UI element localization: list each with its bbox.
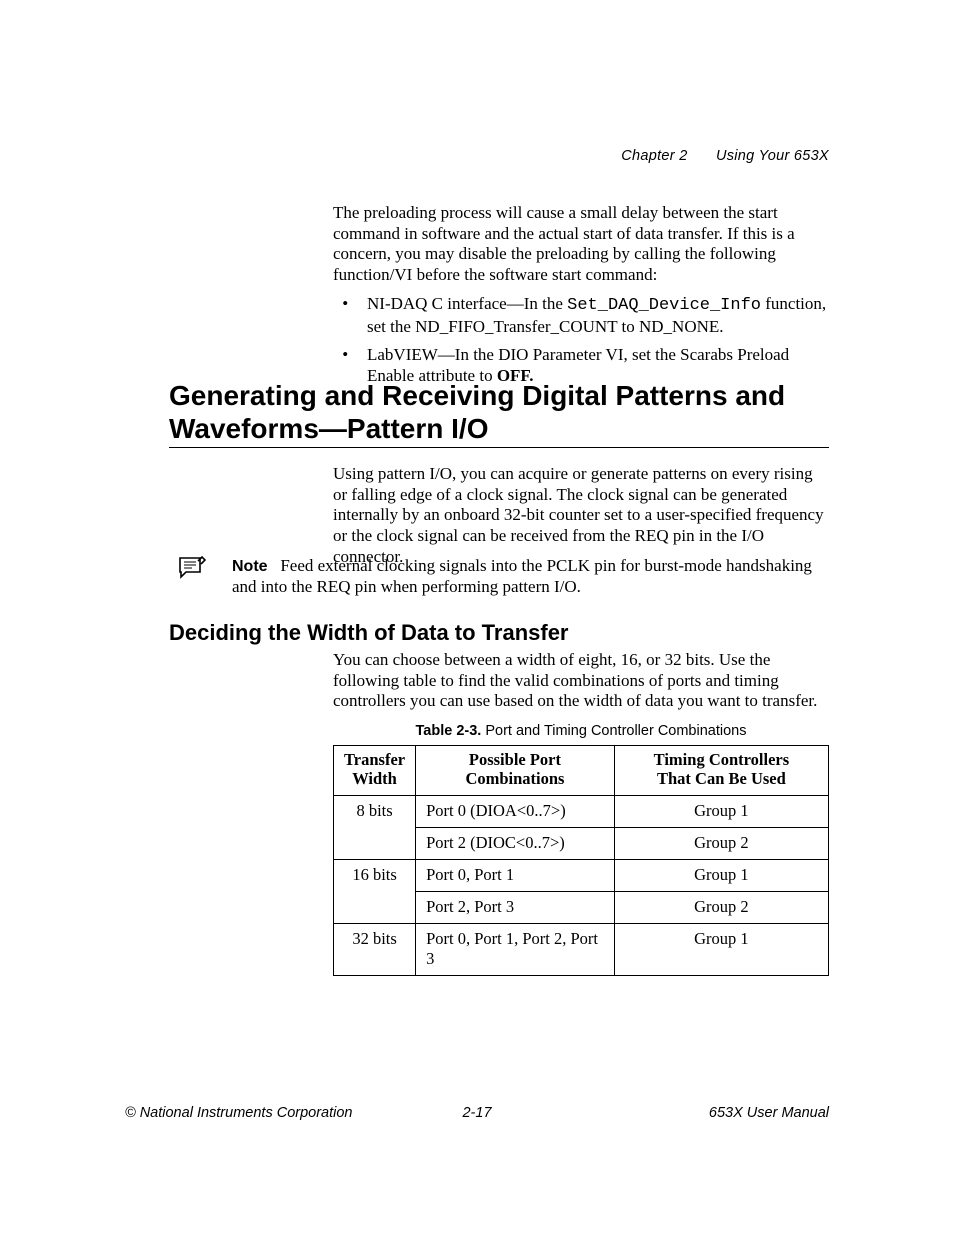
th-timing-controllers: Timing Controllers That Can Be Used [614, 746, 828, 796]
note-block: Note Feed external clocking signals into… [169, 556, 829, 597]
cell-width: 16 bits [334, 859, 416, 891]
cell-group: Group 2 [614, 891, 828, 923]
table-caption-title: Port and Timing Controller Combinations [485, 723, 746, 739]
cell-group: Group 1 [614, 859, 828, 891]
table-row: 32 bits Port 0, Port 1, Port 2, Port 3 G… [334, 923, 829, 975]
cell-ports: Port 2, Port 3 [416, 891, 615, 923]
th-port-combinations: Possible Port Combinations [416, 746, 615, 796]
table-row: 8 bits Port 0 (DIOA<0..7>) Group 1 [334, 795, 829, 827]
heading-rule [169, 447, 829, 448]
bullet1-code: Set_DAQ_Device_Info [567, 296, 761, 315]
table-header-row: Transfer Width Possible Port Combination… [334, 746, 829, 796]
note-label: Note [232, 558, 268, 575]
cell-width [334, 827, 416, 859]
running-header: Chapter 2 Using Your 653X [621, 148, 829, 164]
body-block-1: The preloading process will cause a smal… [333, 203, 829, 395]
pattern-io-paragraph: Using pattern I/O, you can acquire or ge… [333, 464, 829, 568]
bullet1-a: NI-DAQ C interface—In the [367, 294, 567, 313]
cell-width: 32 bits [334, 923, 416, 975]
cell-ports: Port 2 (DIOC<0..7>) [416, 827, 615, 859]
h1-line1: Generating and Receiving Digital Pattern… [169, 380, 785, 411]
header-title: Using Your 653X [716, 148, 829, 164]
footer-doc-title: 653X User Manual [709, 1105, 829, 1121]
th-text: Timing Controllers [654, 750, 790, 769]
th-text: That Can Be Used [657, 769, 786, 788]
cell-group: Group 2 [614, 827, 828, 859]
th-text: Width [352, 769, 397, 788]
cell-ports: Port 0, Port 1 [416, 859, 615, 891]
body-block-3: You can choose between a width of eight,… [333, 650, 829, 720]
subsection-heading: Deciding the Width of Data to Transfer [169, 620, 569, 646]
preload-paragraph: The preloading process will cause a smal… [333, 203, 829, 286]
header-chapter: Chapter 2 [621, 148, 687, 164]
table-row: Port 2 (DIOC<0..7>) Group 2 [334, 827, 829, 859]
h1-line2: Waveforms—Pattern I/O [169, 413, 488, 444]
table-caption-label: Table 2-3. [416, 723, 482, 739]
cell-group: Group 1 [614, 795, 828, 827]
page: Chapter 2 Using Your 653X The preloading… [0, 0, 954, 1235]
section-heading: Generating and Receiving Digital Pattern… [169, 379, 829, 445]
table-row: 16 bits Port 0, Port 1 Group 1 [334, 859, 829, 891]
note-icon [176, 556, 206, 580]
cell-width [334, 891, 416, 923]
th-text: Transfer [344, 750, 405, 769]
cell-group: Group 1 [614, 923, 828, 975]
th-transfer-width: Transfer Width [334, 746, 416, 796]
cell-width: 8 bits [334, 795, 416, 827]
note-text: Note Feed external clocking signals into… [232, 556, 829, 597]
port-timing-table: Transfer Width Possible Port Combination… [333, 745, 829, 976]
list-item: NI-DAQ C interface—In the Set_DAQ_Device… [361, 294, 829, 337]
table-caption: Table 2-3. Port and Timing Controller Co… [333, 723, 829, 739]
th-text: Combinations [465, 769, 564, 788]
disable-preload-list: NI-DAQ C interface—In the Set_DAQ_Device… [333, 294, 829, 387]
cell-ports: Port 0 (DIOA<0..7>) [416, 795, 615, 827]
width-paragraph: You can choose between a width of eight,… [333, 650, 829, 712]
note-body: Feed external clocking signals into the … [232, 556, 812, 596]
table-row: Port 2, Port 3 Group 2 [334, 891, 829, 923]
cell-ports: Port 0, Port 1, Port 2, Port 3 [416, 923, 615, 975]
th-text: Possible Port [469, 750, 561, 769]
